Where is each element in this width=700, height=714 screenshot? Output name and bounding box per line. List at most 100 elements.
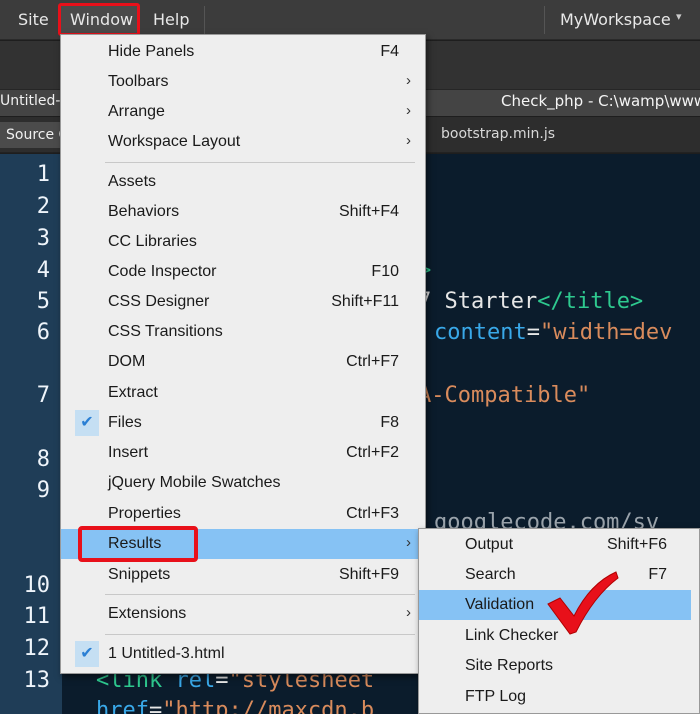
menubar-divider [204,6,205,34]
menu-item-shortcut: Ctrl+F7 [346,353,399,370]
menu-item-shortcut: Shift+F9 [338,566,399,583]
menu-item-snippets[interactable]: Snippets Shift+F9 [61,560,427,590]
checkmark-icon: ✔ [75,410,99,436]
menu-item-label: Snippets [108,566,171,583]
chevron-right-icon: › [406,72,411,89]
menu-item-shortcut: F7 [648,566,667,583]
menu-item-files[interactable]: ✔ Files F8 [61,408,427,438]
menu-item-shortcut: F8 [380,414,399,431]
code-token: href [96,698,149,714]
menu-item-label: Validation [465,596,535,613]
menu-item-code-inspector[interactable]: Code Inspector F10 [61,257,427,287]
line-number: 3 [36,226,50,251]
menu-separator [105,594,415,595]
menu-separator [105,634,415,635]
code-token: A-Compatible" [418,383,591,408]
menu-item-label: Output [465,536,514,553]
menu-item-label: CSS Transitions [108,323,223,340]
code-token: content [434,320,527,345]
menu-item-label: CC Libraries [108,233,197,250]
menu-item-label: Behaviors [108,203,180,220]
submenu-item-output[interactable]: Output Shift+F6 [419,530,700,560]
menu-item-shortcut: Shift+F4 [338,203,399,220]
document-tab[interactable]: Untitled-3 [0,93,69,109]
menu-item-label: Arrange [108,103,165,120]
code-line: content="width=dev [434,320,672,345]
menu-item-arrange[interactable]: Arrange › [61,97,427,127]
menu-item-label: Workspace Layout [108,133,241,150]
window-menu-dropdown: Hide Panels F4 Toolbars › Arrange › Work… [60,34,427,674]
checkmark-icon [547,571,619,635]
document-path: Check_php - C:\wamp\www\ [501,92,700,110]
code-token: "width=dev [539,320,673,345]
menu-item-label: Properties [108,505,181,522]
menu-item-label: FTP Log [465,688,527,705]
submenu-item-ftp-log[interactable]: FTP Log [419,682,700,712]
menu-item-label: Hide Panels [108,43,195,60]
menu-item-workspace-layout[interactable]: Workspace Layout › [61,127,427,157]
menu-site[interactable]: Site [18,8,49,32]
menu-item-extensions[interactable]: Extensions › [61,599,427,629]
line-number: 7 [36,383,50,408]
menu-help[interactable]: Help [153,8,189,32]
results-highlight-ring [78,526,198,562]
chevron-right-icon: › [406,534,411,551]
line-number: 1 [36,162,50,187]
menu-item-label: DOM [108,353,146,370]
menu-item-shortcut: F4 [380,43,399,60]
menu-item-insert[interactable]: Insert Ctrl+F2 [61,438,427,468]
line-number: 2 [36,194,50,219]
menu-item-open-document[interactable]: ✔ 1 Untitled-3.html [61,639,427,669]
submenu-item-site-reports[interactable]: Site Reports [419,651,700,681]
code-token: "http://maxcdn.b [162,698,375,714]
menu-item-label: Site Reports [465,657,554,674]
line-number: 11 [23,604,51,629]
menu-item-css-transitions[interactable]: CSS Transitions [61,317,427,347]
menu-item-label: Code Inspector [108,263,217,280]
menu-item-toolbars[interactable]: Toolbars › [61,67,427,97]
code-token: = [526,320,540,345]
chevron-right-icon: › [406,604,411,621]
line-number: 12 [23,636,51,661]
menu-item-shortcut: Shift+F6 [606,536,667,553]
line-number: 9 [36,478,50,503]
menu-item-behaviors[interactable]: Behaviors Shift+F4 [61,197,427,227]
menu-item-label: Extract [108,384,158,401]
line-number: 13 [23,668,51,693]
menu-item-css-designer[interactable]: CSS Designer Shift+F11 [61,287,427,317]
checkmark-icon: ✔ [75,641,99,667]
menu-item-extract[interactable]: Extract [61,378,427,408]
menu-item-label: CSS Designer [108,293,210,310]
menu-separator [105,162,415,163]
code-line: href="http://maxcdn.b [96,698,374,714]
menu-item-label: 1 Untitled-3.html [108,645,225,662]
line-number: 5 [36,289,50,314]
chevron-right-icon: › [406,102,411,119]
code-token: </title> [537,289,644,314]
menu-item-shortcut: Ctrl+F2 [346,444,399,461]
menu-item-assets[interactable]: Assets [61,167,427,197]
chevron-down-icon[interactable]: ▾ [676,10,682,23]
line-number: 6 [36,320,50,345]
menu-item-label: Toolbars [108,73,169,90]
line-number: 8 [36,447,50,472]
menu-item-shortcut: Ctrl+F3 [346,505,399,522]
menu-item-label: Search [465,566,516,583]
menu-item-dom[interactable]: DOM Ctrl+F7 [61,347,427,377]
workspace-switcher[interactable]: MyWorkspace [560,8,671,32]
code-token: = [148,698,163,714]
menu-item-hide-panels[interactable]: Hide Panels F4 [61,37,427,67]
related-file-tab[interactable]: bootstrap.min.js [441,126,555,142]
menu-item-shortcut: Shift+F11 [331,293,399,310]
menu-item-cc-libraries[interactable]: CC Libraries [61,227,427,257]
menu-item-label: Extensions [108,605,187,622]
menu-window[interactable]: Window [70,8,133,32]
source-code-tab[interactable]: Source C [0,122,62,148]
menu-item-properties[interactable]: Properties Ctrl+F3 [61,499,427,529]
menu-item-label: jQuery Mobile Swatches [108,474,281,491]
menu-item-label: Insert [108,444,149,461]
workspace-divider [544,6,545,34]
menu-item-label: Files [108,414,142,431]
menu-item-jquery-mobile-swatches[interactable]: jQuery Mobile Swatches [61,468,427,498]
menu-item-label: Assets [108,173,157,190]
